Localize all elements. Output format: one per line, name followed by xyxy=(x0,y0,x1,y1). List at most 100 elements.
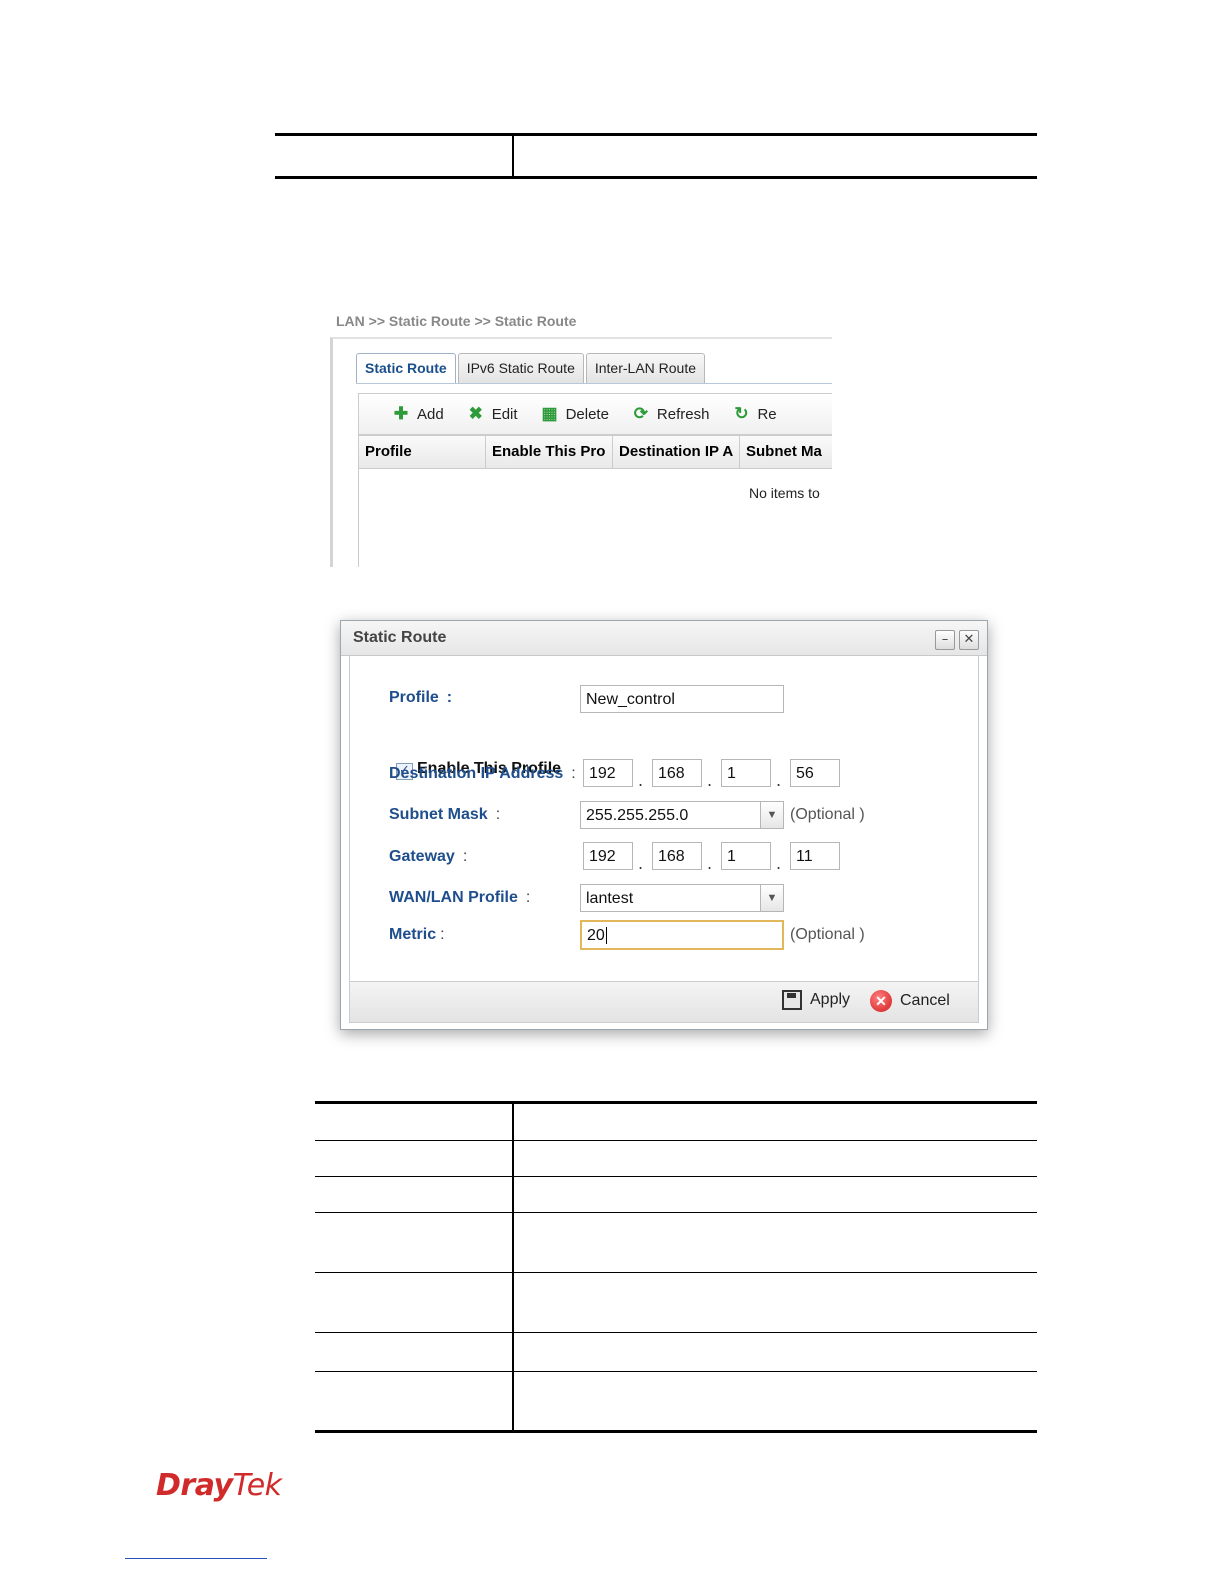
dialog-footer: Apply ✕ Cancel xyxy=(349,981,979,1023)
cancel-label: Cancel xyxy=(900,992,950,1009)
edit-icon: ✖ xyxy=(468,404,483,423)
dialog-title: Static Route xyxy=(353,629,447,646)
col-enable[interactable]: Enable This Pro xyxy=(486,436,613,468)
metric-optional-hint: (Optional ) xyxy=(790,926,865,943)
table-row xyxy=(315,1177,1037,1213)
delete-label: Delete xyxy=(565,405,609,423)
refresh-button[interactable]: ⟳ Refresh xyxy=(631,404,710,424)
wan-lan-profile-value: lantest xyxy=(586,890,634,907)
cancel-button[interactable]: ✕ Cancel xyxy=(870,990,950,1012)
logo-tek: Tek xyxy=(232,1468,282,1503)
apply-label: Apply xyxy=(810,991,851,1008)
wan-lan-profile-label-text: WAN/LAN Profile xyxy=(389,889,518,906)
metric-label: Metric: xyxy=(389,926,445,943)
re-button[interactable]: ↻ Re xyxy=(731,404,776,424)
table-row xyxy=(315,1273,1037,1333)
cancel-icon: ✕ xyxy=(870,990,892,1012)
table-divider xyxy=(512,1333,514,1371)
subnet-mask-label: Subnet Mask: xyxy=(389,806,501,823)
col-profile[interactable]: Profile xyxy=(359,436,486,468)
empty-message: No items to xyxy=(749,485,820,501)
add-icon: ✚ xyxy=(393,404,409,423)
subnet-mask-value: 255.255.255.0 xyxy=(586,807,689,824)
dot-separator: . xyxy=(707,771,713,790)
minimize-button[interactable]: – xyxy=(935,630,955,650)
static-route-list-screenshot: LAN >> Static Route >> Static Route Stat… xyxy=(322,305,832,567)
table-divider xyxy=(512,136,514,176)
dot-separator: . xyxy=(638,854,644,873)
gateway-octet-4[interactable]: 11 xyxy=(790,842,840,870)
reset-icon: ↻ xyxy=(734,404,749,423)
dot-separator: . xyxy=(776,771,782,790)
chevron-down-icon[interactable]: ▼ xyxy=(760,802,783,828)
metric-input[interactable]: 20 xyxy=(580,920,784,950)
dot-separator: . xyxy=(638,771,644,790)
destination-ip-label-text: Destination IP Address xyxy=(389,765,564,782)
tab-bar: Static Route IPv6 Static Route Inter-LAN… xyxy=(356,353,706,384)
destination-ip-label: Destination IP Address: xyxy=(389,765,576,782)
refresh-icon: ⟳ xyxy=(633,404,649,423)
dest-ip-octet-2[interactable]: 168 xyxy=(652,759,702,787)
bottom-table xyxy=(315,1101,1037,1433)
wan-lan-profile-label: WAN/LAN Profile: xyxy=(389,889,531,906)
dialog-titlebar: Static Route – ✕ xyxy=(341,621,987,656)
dot-separator: . xyxy=(776,854,782,873)
top-table xyxy=(275,133,1037,179)
add-button[interactable]: ✚ Add xyxy=(391,404,444,424)
profile-label: Profile: xyxy=(389,689,453,706)
subnet-mask-label-text: Subnet Mask xyxy=(389,806,488,823)
gateway-octet-1[interactable]: 192 xyxy=(583,842,633,870)
re-label: Re xyxy=(757,405,777,423)
wan-lan-profile-select[interactable]: lantest ▼ xyxy=(580,884,784,912)
profile-input[interactable]: New_control xyxy=(580,685,784,713)
breadcrumb: LAN >> Static Route >> Static Route xyxy=(336,313,577,329)
tab-ipv6-static-route[interactable]: IPv6 Static Route xyxy=(457,353,584,384)
subnet-optional-hint: (Optional ) xyxy=(790,806,865,823)
dialog-body: Profile: New_control ✓ Enable This Profi… xyxy=(349,655,979,981)
dest-ip-octet-1[interactable]: 192 xyxy=(583,759,633,787)
delete-button[interactable]: ▦ Delete xyxy=(540,404,609,424)
footer-link-line xyxy=(125,1558,267,1559)
text-cursor xyxy=(605,927,607,944)
refresh-label: Refresh xyxy=(656,405,710,423)
edit-button[interactable]: ✖ Edit xyxy=(466,404,518,424)
gateway-octet-2[interactable]: 168 xyxy=(652,842,702,870)
tab-inter-lan-route[interactable]: Inter-LAN Route xyxy=(585,353,706,384)
draytek-logo: DrayTek xyxy=(156,1468,282,1503)
grid-body xyxy=(358,467,832,567)
table-divider xyxy=(512,1177,514,1212)
gateway-label-text: Gateway xyxy=(389,848,455,865)
table-row xyxy=(315,1333,1037,1372)
dot-separator: . xyxy=(707,854,713,873)
profile-label-text: Profile xyxy=(389,689,439,706)
col-subnet[interactable]: Subnet Ma xyxy=(740,436,832,468)
save-icon xyxy=(782,990,802,1010)
table-row xyxy=(315,1101,1037,1141)
tab-static-route[interactable]: Static Route xyxy=(356,353,456,384)
gateway-label: Gateway: xyxy=(389,848,468,865)
toolbar: ✚ Add ✖ Edit ▦ Delete ⟳ Refresh ↻ Re xyxy=(358,393,832,435)
table-divider xyxy=(512,1213,514,1272)
col-destination[interactable]: Destination IP A xyxy=(613,436,740,468)
table-row xyxy=(315,1372,1037,1433)
dest-ip-octet-4[interactable]: 56 xyxy=(790,759,840,787)
table-row xyxy=(315,1141,1037,1177)
add-label: Add xyxy=(417,405,444,423)
grid-header: Profile Enable This Pro Destination IP A… xyxy=(358,435,832,469)
apply-button[interactable]: Apply xyxy=(782,990,850,1010)
subnet-mask-select[interactable]: 255.255.255.0 ▼ xyxy=(580,801,784,829)
chevron-down-icon[interactable]: ▼ xyxy=(760,885,783,911)
tab-underline xyxy=(356,383,832,384)
close-button[interactable]: ✕ xyxy=(959,630,979,650)
table-row xyxy=(315,1213,1037,1273)
metric-value: 20 xyxy=(587,927,605,944)
table-divider xyxy=(512,1372,514,1430)
gateway-octet-3[interactable]: 1 xyxy=(721,842,771,870)
logo-dray: Dray xyxy=(156,1468,233,1503)
dest-ip-octet-3[interactable]: 1 xyxy=(721,759,771,787)
table-divider xyxy=(512,1273,514,1332)
table-divider xyxy=(512,1104,514,1140)
trash-icon: ▦ xyxy=(541,404,558,423)
static-route-dialog: Static Route – ✕ Profile: New_control ✓ … xyxy=(340,620,988,1030)
table-divider xyxy=(512,1141,514,1176)
